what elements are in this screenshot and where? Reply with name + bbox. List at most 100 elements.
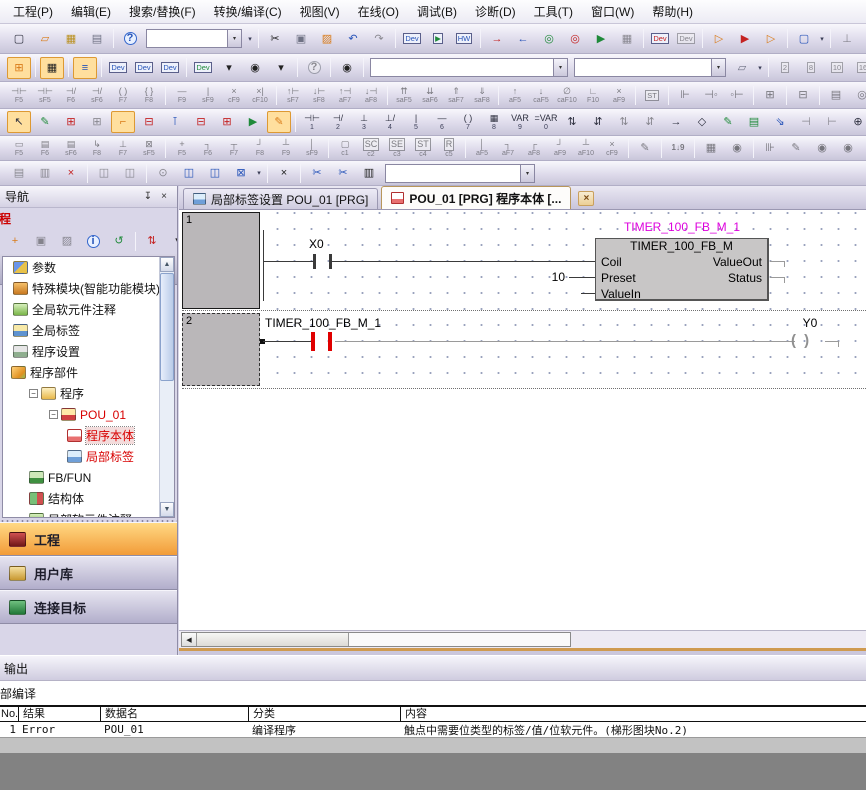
preset-value[interactable]: 10 [535,270,565,284]
edit-screen-button[interactable]: ▶ [241,111,265,133]
rising-pulse-close-parallel-button[interactable]: ⇑saF7 [444,83,468,107]
window-split-button[interactable]: ◫ [92,162,116,184]
sort-button[interactable]: ⇅ [140,230,164,252]
rung-number-box-1[interactable]: 1 [182,212,260,309]
nav-button-连接目标[interactable]: 连接目标 [0,590,177,624]
sort-dropdown[interactable]: ▾ [166,230,178,252]
scroll-down-icon[interactable]: ▼ [160,502,174,517]
tree-item-FB/FUN[interactable]: FB/FUN [3,467,159,488]
output-coil[interactable]: ( ) [791,332,811,349]
nav-button-工程[interactable]: 工程 [0,522,177,556]
fb-conversion-button[interactable]: ⊩ [673,84,697,106]
delete-rule-button[interactable]: ⊠sF5 [137,136,161,160]
scrollbar-thumb[interactable] [160,273,174,381]
option-setting-button[interactable]: × [272,162,296,184]
monitor-stop-button[interactable]: ▦ [615,28,639,50]
contact-timer-error[interactable] [311,332,315,351]
device-batch-button[interactable]: Dev [674,28,698,50]
output-window-button[interactable]: ≡ [73,57,97,79]
menu-item[interactable]: 诊断(D) [466,0,525,23]
corner-1-button[interactable]: ┐F6 [196,136,220,160]
coil-button[interactable]: ( )F7 [111,83,135,107]
branch-4-button[interactable]: ⊥/4 [378,110,402,134]
function-block[interactable]: TIMER_100_FB_M Coil ValueOut Preset Stat… [595,238,769,301]
tree-item-局部软元件注释[interactable]: 局部软元件注释 [3,509,159,517]
sfc-series-button[interactable]: │aF5 [470,136,494,160]
tree-item-局部标签[interactable]: 局部标签 [3,446,159,467]
fb-utilize-button[interactable]: ⊟ [791,84,815,106]
scroll-up-icon[interactable]: ▲ [160,257,174,272]
sfc-sort-button[interactable]: ⊪ [758,137,782,159]
step-execution-button[interactable]: ⊢ [861,28,866,50]
jump-write-button[interactable]: ↳F8 [85,136,109,160]
interconnect-mode-button[interactable]: ✎ [33,111,57,133]
help-button[interactable]: ? [118,28,142,50]
save-button[interactable]: ▦ [59,28,83,50]
device-find-dropdown[interactable]: ▾ [269,57,293,79]
delete-vertical-line-button[interactable]: ×|cF10 [248,83,272,107]
toolbar-overflow-chevron[interactable]: ▾ [254,162,264,184]
corner-2-button[interactable]: ┬F7 [222,136,246,160]
input-label-9-button[interactable]: VAR9 [508,110,532,134]
corner-3-button[interactable]: ┘F8 [248,136,272,160]
contact-x0[interactable] [313,254,316,269]
cut-button[interactable]: ✂ [263,28,287,50]
pin-icon[interactable]: ↧ [140,189,156,204]
decimal-display-button[interactable]: 10 [825,57,849,79]
sfc-parallel-div-button[interactable]: ┘aF9 [548,136,572,160]
device-display-dropdown[interactable]: ▾ [217,57,241,79]
label-list-button[interactable]: ▤ [824,84,848,106]
invert-operation-button[interactable]: ∅caF10 [555,83,579,107]
device-test-button[interactable]: Dev [648,28,672,50]
tree-item-全局标签[interactable]: 全局标签 [3,320,159,341]
refresh-button[interactable]: ⊙ [151,162,175,184]
menu-item[interactable]: 工具(T) [525,0,582,23]
sfc-step-button[interactable]: ▢c1 [333,136,357,160]
toolbar-overflow-chevron[interactable]: ▾ [245,28,255,50]
branch-line-button[interactable]: ∟F10 [581,83,605,107]
st-box-button[interactable]: ▤ [742,111,766,133]
ladder-block-list-button[interactable]: ⊞ [85,111,109,133]
tree-item-程序设置[interactable]: 程序设置 [3,341,159,362]
device-find-button[interactable]: ◉ [243,57,267,79]
trace-stop-button[interactable]: ✂ [331,162,355,184]
find-button[interactable]: ◉ [335,57,359,79]
column-delete-button[interactable]: ⊞ [215,111,239,133]
open-project-button[interactable]: ▱ [33,28,57,50]
undo-button[interactable]: ↶ [341,28,365,50]
fb-input-button[interactable]: ⊣◦ [699,84,723,106]
menu-item[interactable]: 搜索/替换(F) [120,0,205,23]
new-data-button[interactable]: + [3,230,27,252]
tree-item-参数[interactable]: 参数 [3,257,159,278]
remote-operation-button[interactable]: ◎ [563,28,587,50]
monitor-start-button[interactable]: ▶ [589,28,613,50]
edit-fb-instance-button[interactable]: ⇘ [768,111,792,133]
select-mode-button[interactable]: ↖ [7,111,31,133]
scale-button[interactable]: ▥ [357,162,381,184]
sfc-block-list-button[interactable]: ▦ [699,137,723,159]
sfc-monitor-button[interactable]: ◉ [810,137,834,159]
sfc-select-conv-button[interactable]: ┌aF8 [522,136,546,160]
note-batch-button[interactable]: ▷ [759,28,783,50]
vline-write-button[interactable]: │sF9 [300,136,324,160]
sfc-find-button[interactable]: ◉ [725,137,749,159]
tree-expander-icon[interactable]: − [29,389,38,398]
tree-scrollbar[interactable]: ▲ ▼ [159,257,174,517]
horizontal-scrollbar-track[interactable]: ◀ [179,630,866,648]
falling-pulse-button[interactable]: ↓⊢sF8 [307,83,331,107]
device-display-button[interactable]: Dev [191,57,215,79]
invert-result-button[interactable]: ↑aF5 [503,83,527,107]
falling-edge-parallel-button[interactable]: ⇵ [638,111,662,133]
hline-6-button[interactable]: —6 [430,110,454,134]
falling-pulse-close-button[interactable]: ⇊saF6 [418,83,442,107]
tree-item-程序本体[interactable]: 程序本体 [3,425,159,446]
menu-item[interactable]: 转换/编译(C) [205,0,291,23]
copy-data-button[interactable]: ▣ [29,230,53,252]
menu-item[interactable]: 窗口(W) [582,0,643,23]
corner-4-button[interactable]: ┴F9 [274,136,298,160]
label-find-button[interactable]: ◎ [850,84,866,106]
element-selection-window-button[interactable]: ▦ [40,57,64,79]
coil-7-button[interactable]: ( )7 [456,110,480,134]
cross-reference-button[interactable]: Dev [158,57,182,79]
rising-pulse-button[interactable]: ↑⊢sF7 [281,83,305,107]
